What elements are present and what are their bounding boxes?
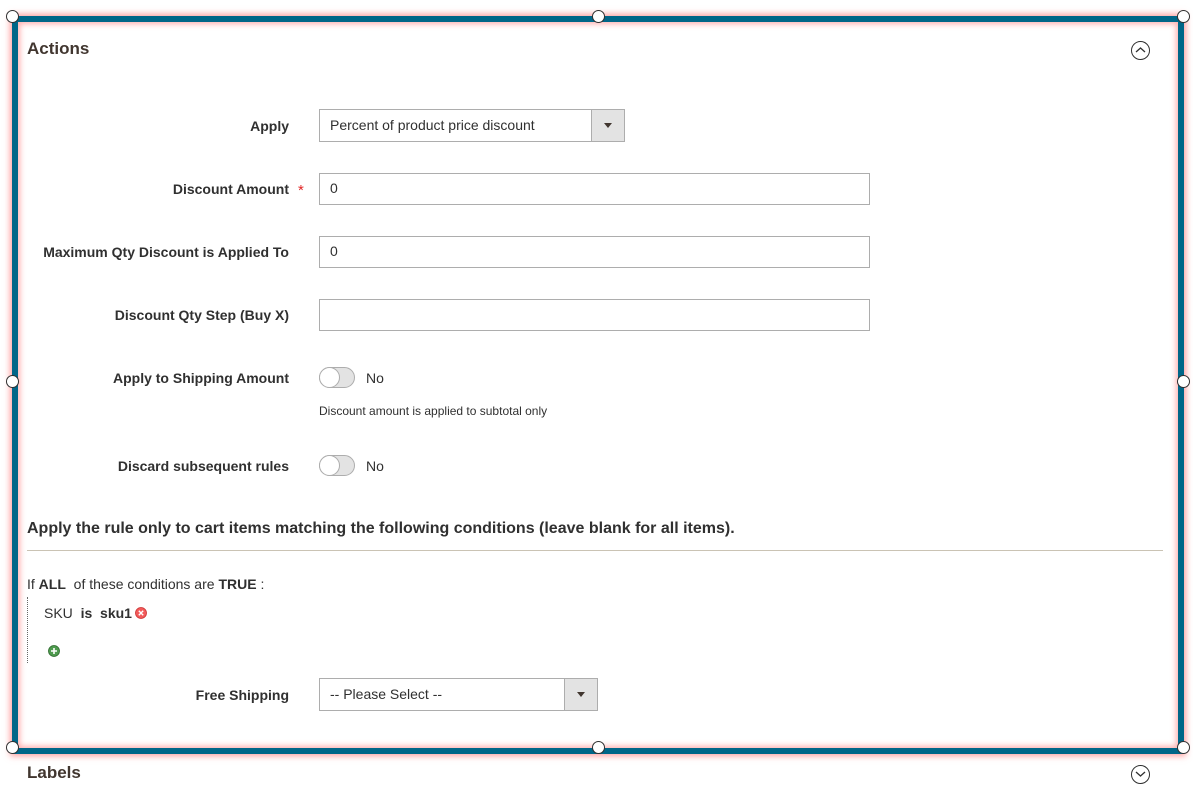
condition-rule: SKU is sku1 [44, 605, 132, 621]
max-qty-label: Maximum Qty Discount is Applied To [43, 244, 289, 260]
qty-step-label: Discount Qty Step (Buy X) [114, 307, 289, 323]
free-shipping-label: Free Shipping [195, 687, 289, 703]
aggregator-link[interactable]: ALL [39, 576, 66, 592]
resize-handle-bottom-center[interactable] [592, 741, 605, 754]
chevron-up-circle-icon[interactable] [1131, 41, 1150, 60]
conditions-tree-line [27, 597, 28, 663]
apply-shipping-toggle[interactable] [319, 367, 355, 388]
mid-text: of these conditions are [73, 576, 215, 592]
dropdown-arrow-icon[interactable] [564, 679, 597, 710]
conditions-heading: Apply the rule only to cart items matchi… [27, 520, 735, 537]
discount-amount-input[interactable]: 0 [319, 173, 870, 205]
free-shipping-value: -- Please Select -- [330, 686, 443, 702]
chevron-down-circle-icon[interactable] [1131, 765, 1150, 784]
discard-rules-label: Discard subsequent rules [117, 458, 289, 474]
add-circle-icon[interactable] [48, 645, 60, 657]
discard-rules-toggle[interactable] [319, 455, 355, 476]
actions-section-title[interactable]: Actions [27, 39, 89, 59]
discount-amount-label: Discount Amount [172, 181, 289, 197]
rule-operator[interactable]: is [81, 605, 93, 621]
required-asterisk: * [298, 182, 304, 199]
resize-handle-bottom-right[interactable] [1177, 741, 1190, 754]
rule-attribute: SKU [44, 605, 73, 621]
resize-handle-top-right[interactable] [1177, 10, 1190, 23]
apply-label: Apply [250, 118, 289, 134]
divider [27, 550, 1163, 551]
remove-circle-icon[interactable] [135, 607, 147, 619]
toggle-knob [319, 455, 340, 476]
rule-value[interactable]: sku1 [100, 605, 132, 621]
labels-section-title[interactable]: Labels [27, 763, 81, 783]
conditions-statement: If ALL of these conditions are TRUE : [27, 576, 264, 592]
colon: : [260, 576, 265, 592]
discard-rules-state: No [366, 458, 384, 474]
qty-step-input[interactable] [319, 299, 870, 331]
free-shipping-select[interactable]: -- Please Select -- [319, 678, 598, 711]
resize-handle-middle-right[interactable] [1177, 375, 1190, 388]
resize-handle-top-left[interactable] [6, 10, 19, 23]
resize-handle-bottom-left[interactable] [6, 741, 19, 754]
toggle-knob [319, 367, 340, 388]
max-qty-input[interactable]: 0 [319, 236, 870, 268]
dropdown-arrow-icon[interactable] [591, 110, 624, 141]
if-text: If [27, 576, 35, 592]
apply-select-value: Percent of product price discount [330, 117, 535, 133]
value-link[interactable]: TRUE [218, 576, 256, 592]
apply-shipping-label: Apply to Shipping Amount [112, 370, 289, 386]
resize-handle-top-center[interactable] [592, 10, 605, 23]
apply-shipping-state: No [366, 370, 384, 386]
apply-select[interactable]: Percent of product price discount [319, 109, 625, 142]
apply-shipping-note: Discount amount is applied to subtotal o… [319, 404, 548, 418]
resize-handle-middle-left[interactable] [6, 375, 19, 388]
